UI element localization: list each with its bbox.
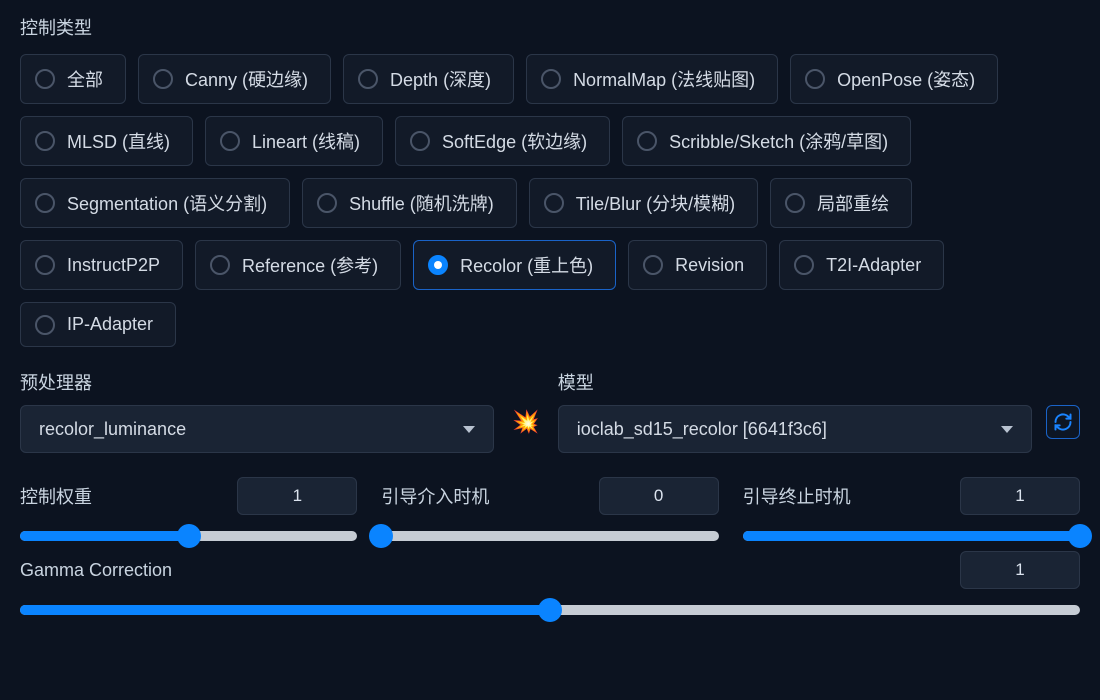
gamma-slider-fill	[20, 605, 550, 615]
chevron-down-icon	[463, 426, 475, 433]
sliders-row: 控制权重 1 引导介入时机 0 引导终止时机 1	[20, 477, 1080, 541]
control-type-radio-label: Depth (深度)	[390, 66, 491, 92]
radio-icon	[637, 131, 657, 151]
control-type-radio[interactable]: 局部重绘	[770, 178, 912, 228]
end-value-input[interactable]: 1	[960, 477, 1080, 515]
end-slider-block: 引导终止时机 1	[743, 477, 1080, 541]
control-type-radio-label: 局部重绘	[817, 190, 889, 216]
control-type-radio-label: 全部	[67, 66, 103, 92]
control-type-radio-label: Reference (参考)	[242, 252, 378, 278]
radio-icon	[805, 69, 825, 89]
radio-icon	[643, 255, 663, 275]
start-slider-thumb[interactable]	[369, 524, 393, 548]
refresh-button[interactable]	[1046, 405, 1080, 439]
control-type-radio-label: IP-Adapter	[67, 314, 153, 335]
control-type-label: 控制类型	[20, 14, 1080, 40]
control-type-radio[interactable]: Segmentation (语义分割)	[20, 178, 290, 228]
gamma-slider[interactable]	[20, 605, 1080, 615]
control-type-radio[interactable]: SoftEdge (软边缘)	[395, 116, 610, 166]
radio-icon	[35, 315, 55, 335]
control-type-radio-label: MLSD (直线)	[67, 128, 170, 154]
radio-icon	[544, 193, 564, 213]
preproc-model-row: 预处理器 recolor_luminance 💥 模型 ioclab_sd15_…	[20, 369, 1080, 453]
control-type-radio[interactable]: NormalMap (法线贴图)	[526, 54, 778, 104]
weight-label: 控制权重	[20, 483, 92, 509]
radio-icon	[541, 69, 561, 89]
radio-icon	[35, 131, 55, 151]
preprocessor-label: 预处理器	[20, 369, 494, 395]
control-type-radio-group: 全部 Canny (硬边缘) Depth (深度) NormalMap (法线贴图) O…	[20, 54, 1080, 347]
radio-icon	[210, 255, 230, 275]
start-slider[interactable]	[381, 531, 718, 541]
control-type-radio[interactable]: MLSD (直线)	[20, 116, 193, 166]
control-type-radio[interactable]: Scribble/Sketch (涂鸦/草图)	[622, 116, 911, 166]
end-slider-fill	[743, 531, 1080, 541]
weight-value-input[interactable]: 1	[237, 477, 357, 515]
gamma-slider-block: Gamma Correction 1	[20, 551, 1080, 615]
control-type-radio-label: SoftEdge (软边缘)	[442, 128, 587, 154]
gamma-label: Gamma Correction	[20, 560, 172, 581]
radio-icon	[35, 69, 55, 89]
control-type-radio-label: Revision	[675, 255, 744, 276]
end-slider-thumb[interactable]	[1068, 524, 1092, 548]
weight-slider-thumb[interactable]	[177, 524, 201, 548]
radio-icon	[410, 131, 430, 151]
control-type-radio-label: Recolor (重上色)	[460, 252, 593, 278]
control-type-radio[interactable]: Tile/Blur (分块/模糊)	[529, 178, 758, 228]
control-type-radio-label: Canny (硬边缘)	[185, 66, 308, 92]
start-slider-block: 引导介入时机 0	[381, 477, 718, 541]
gamma-slider-thumb[interactable]	[538, 598, 562, 622]
model-select[interactable]: ioclab_sd15_recolor [6641f3c6]	[558, 405, 1032, 453]
radio-icon	[35, 255, 55, 275]
control-type-radio[interactable]: InstructP2P	[20, 240, 183, 290]
start-value-input[interactable]: 0	[599, 477, 719, 515]
radio-icon	[35, 193, 55, 213]
radio-icon	[428, 255, 448, 275]
control-type-radio-label: Segmentation (语义分割)	[67, 190, 267, 216]
control-type-radio-label: Scribble/Sketch (涂鸦/草图)	[669, 128, 888, 154]
radio-icon	[794, 255, 814, 275]
control-type-radio-label: Lineart (线稿)	[252, 128, 360, 154]
weight-slider-fill	[20, 531, 189, 541]
control-type-radio[interactable]: Shuffle (随机洗牌)	[302, 178, 517, 228]
radio-icon	[317, 193, 337, 213]
control-type-radio[interactable]: Lineart (线稿)	[205, 116, 383, 166]
radio-icon	[785, 193, 805, 213]
model-label: 模型	[558, 369, 1032, 395]
control-type-radio[interactable]: Reference (参考)	[195, 240, 401, 290]
chevron-down-icon	[1001, 426, 1013, 433]
end-label: 引导终止时机	[743, 483, 851, 509]
control-type-radio[interactable]: OpenPose (姿态)	[790, 54, 998, 104]
preprocessor-select[interactable]: recolor_luminance	[20, 405, 494, 453]
start-label: 引导介入时机	[381, 483, 489, 509]
control-type-radio[interactable]: IP-Adapter	[20, 302, 176, 347]
weight-slider[interactable]	[20, 531, 357, 541]
refresh-icon	[1053, 412, 1073, 432]
control-type-radio[interactable]: 全部	[20, 54, 126, 104]
control-type-radio[interactable]: T2I-Adapter	[779, 240, 944, 290]
control-type-radio[interactable]: Recolor (重上色)	[413, 240, 616, 290]
control-type-radio[interactable]: Canny (硬边缘)	[138, 54, 331, 104]
model-value: ioclab_sd15_recolor [6641f3c6]	[577, 419, 827, 440]
gamma-value-input[interactable]: 1	[960, 551, 1080, 589]
control-type-radio-label: InstructP2P	[67, 255, 160, 276]
control-type-radio-label: Tile/Blur (分块/模糊)	[576, 190, 735, 216]
radio-icon	[220, 131, 240, 151]
control-type-radio[interactable]: Revision	[628, 240, 767, 290]
weight-slider-block: 控制权重 1	[20, 477, 357, 541]
end-slider[interactable]	[743, 531, 1080, 541]
radio-icon	[358, 69, 378, 89]
control-type-radio-label: NormalMap (法线贴图)	[573, 66, 755, 92]
control-type-radio-label: Shuffle (随机洗牌)	[349, 190, 494, 216]
control-type-radio-label: OpenPose (姿态)	[837, 66, 975, 92]
radio-icon	[153, 69, 173, 89]
control-type-radio[interactable]: Depth (深度)	[343, 54, 514, 104]
explosion-icon[interactable]: 💥	[508, 403, 543, 441]
preprocessor-value: recolor_luminance	[39, 419, 186, 440]
control-type-radio-label: T2I-Adapter	[826, 255, 921, 276]
